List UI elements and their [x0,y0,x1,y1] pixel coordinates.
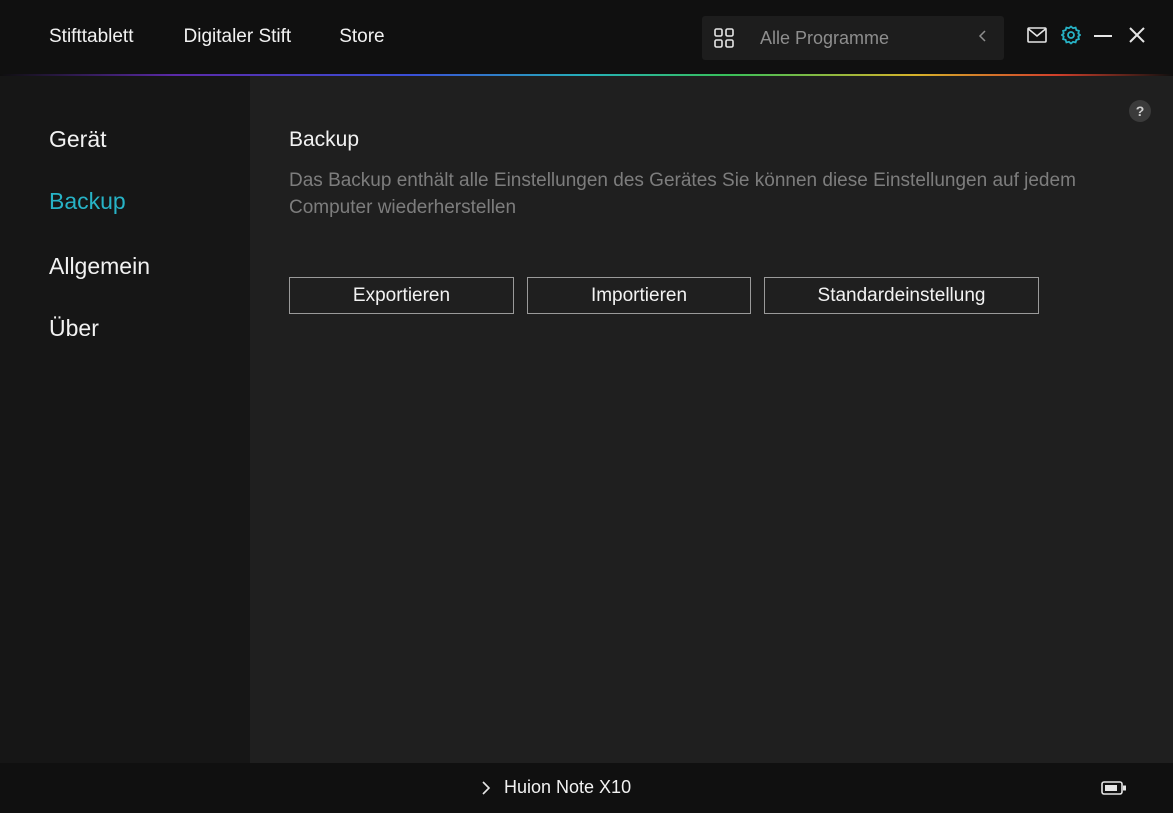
app-window: Stifttablett Digitaler Stift Store Alle … [0,0,1173,813]
device-selector[interactable]: Huion Note X10 [480,777,631,798]
gear-icon[interactable] [1060,24,1082,46]
battery-icon [1101,781,1127,795]
section-description: Das Backup enthält alle Einstellungen de… [289,170,1076,218]
nav-store[interactable]: Store [339,26,384,48]
status-bar: Huion Note X10 [0,763,1173,813]
nav-stifttablett[interactable]: Stifttablett [49,26,134,48]
top-navigation: Stifttablett Digitaler Stift Store [49,26,435,48]
page-title: Backup [289,128,360,151]
chevron-left-icon[interactable] [978,28,988,49]
device-name: Huion Note X10 [504,777,632,797]
minimize-icon[interactable] [1092,24,1114,46]
top-bar: Stifttablett Digitaler Stift Store Alle … [0,0,1173,74]
sidebar: Gerät Backup Allgemein Über [0,76,250,763]
restore-defaults-button[interactable]: Standardeinstellung [764,277,1039,314]
import-button[interactable]: Importieren [527,277,751,314]
sidebar-item-allgemein[interactable]: Allgemein [49,253,150,280]
sidebar-item-ueber[interactable]: Über [49,315,99,342]
program-selector[interactable]: Alle Programme [702,16,1004,60]
nav-digitaler-stift[interactable]: Digitaler Stift [184,26,292,48]
help-icon[interactable]: ? [1129,100,1151,122]
program-selector-label: Alle Programme [760,27,890,48]
close-icon[interactable] [1126,24,1148,46]
chevron-right-icon [480,779,494,797]
sidebar-item-backup[interactable]: Backup [49,188,126,215]
mail-icon[interactable] [1026,24,1048,46]
export-button[interactable]: Exportieren [289,277,514,314]
window-controls [1026,24,1148,46]
main-panel: ? Backup Das Backup enthält alle Einstel… [250,76,1173,763]
sidebar-item-geraet[interactable]: Gerät [49,126,107,153]
grid-icon [714,28,734,48]
